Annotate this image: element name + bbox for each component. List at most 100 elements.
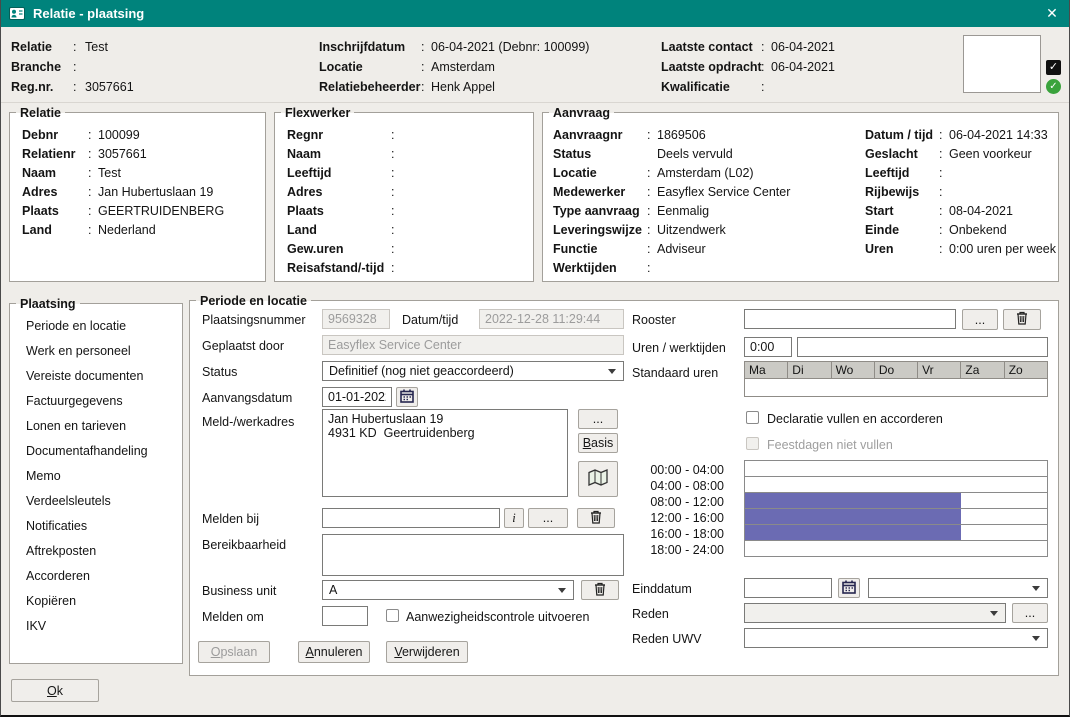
- einddatum-input[interactable]: [744, 578, 832, 598]
- sidebar-item-memo[interactable]: Memo: [10, 464, 182, 489]
- relatie-row-plaats: Plaats:GEERTRUIDENBERG: [22, 202, 224, 221]
- standaard-uren-input-row[interactable]: [744, 378, 1048, 397]
- timeslot-bar[interactable]: [744, 460, 1048, 477]
- field-separator: :: [391, 164, 401, 183]
- field-label: Locatie: [319, 57, 421, 77]
- meld-werkadres-textarea[interactable]: Jan Hubertuslaan 19 4931 KD Geertruidenb…: [322, 409, 568, 497]
- annuleren-button[interactable]: Annuleren: [298, 641, 370, 663]
- status-select[interactable]: Definitief (nog niet geaccordeerd): [322, 361, 624, 381]
- aanwezigheidscontrole-checkbox[interactable]: [386, 609, 399, 622]
- field-separator: :: [939, 202, 949, 221]
- timeslot-bar[interactable]: [744, 508, 1048, 525]
- verwijderen-button[interactable]: Verwijderen: [386, 641, 468, 663]
- field-separator: :: [647, 259, 657, 278]
- rooster-more-button[interactable]: ...: [962, 309, 998, 330]
- einddatum-label: Einddatum: [632, 581, 692, 597]
- field-label: Laatste opdracht: [661, 57, 761, 77]
- reden-uwv-select[interactable]: [744, 628, 1048, 648]
- aanvangsdatum-input[interactable]: [322, 387, 392, 407]
- ok-button[interactable]: Ok: [11, 679, 99, 702]
- field-label: Functie: [553, 240, 647, 259]
- field-label: Branche: [11, 57, 73, 77]
- melden-om-label: Melden om: [202, 609, 264, 625]
- sidebar-item-vereiste-documenten[interactable]: Vereiste documenten: [10, 364, 182, 389]
- reden-more-button[interactable]: ...: [1012, 603, 1048, 623]
- business-unit-select[interactable]: A: [322, 580, 574, 600]
- feestdagen-checkbox: [746, 437, 759, 450]
- field-separator: :: [73, 77, 85, 97]
- timeslot-bar[interactable]: [744, 492, 1048, 509]
- business-unit-delete-button[interactable]: [581, 580, 619, 600]
- relatie-rows: Debnr:100099 Relatienr:3057661 Naam:Test…: [22, 126, 224, 240]
- map-button[interactable]: [578, 461, 618, 497]
- header-right-column: Laatste contact:06-04-2021 Laatste opdra…: [661, 37, 835, 97]
- melden-om-input[interactable]: [322, 606, 368, 626]
- aanvraag-row-leeftijd: Leeftijd:: [865, 164, 1056, 183]
- field-value: Jan Hubertuslaan 19: [98, 183, 213, 202]
- header-summary: Relatie:Test Branche: Reg.nr.:3057661 In…: [1, 27, 1069, 103]
- relatie-groupbox: Relatie Debnr:100099 Relatienr:3057661 N…: [9, 112, 266, 282]
- header-kwalificatie: Kwalificatie:: [661, 77, 835, 97]
- close-icon[interactable]: ✕: [1035, 0, 1069, 27]
- sidebar-item-ikv[interactable]: IKV: [10, 614, 182, 639]
- sidebar-item-documentafhandeling[interactable]: Documentafhandeling: [10, 439, 182, 464]
- header-relatiebeheerder: Relatiebeheerder:Henk Appel: [319, 77, 589, 97]
- timeslot-bar[interactable]: [744, 524, 1048, 541]
- melden-bij-delete-button[interactable]: [577, 508, 615, 528]
- sidebar-item-notificaties[interactable]: Notificaties: [10, 514, 182, 539]
- aanvraag-row-start: Start:08-04-2021: [865, 202, 1056, 221]
- einddatum-calendar-button[interactable]: [838, 578, 860, 598]
- aanvangsdatum-label: Aanvangsdatum: [202, 390, 292, 406]
- bereikbaarheid-label: Bereikbaarheid: [202, 537, 286, 553]
- field-separator: [647, 145, 657, 164]
- timeslot-bar[interactable]: [744, 476, 1048, 493]
- field-value: 1869506: [657, 126, 706, 145]
- flexwerker-row-naam: Naam:: [287, 145, 401, 164]
- field-separator: :: [647, 164, 657, 183]
- flexwerker-row-leeftijd: Leeftijd:: [287, 164, 401, 183]
- field-label: Adres: [287, 183, 391, 202]
- sidebar-item-factuurgegevens[interactable]: Factuurgegevens: [10, 389, 182, 414]
- sidebar-item-kopieren[interactable]: Kopiëren: [10, 589, 182, 614]
- meld-werkadres-more-button[interactable]: ...: [578, 409, 618, 429]
- aanvraag-right-rows: Datum / tijd:06-04-2021 14:33 Geslacht:G…: [865, 126, 1056, 259]
- rooster-delete-button[interactable]: [1003, 309, 1041, 330]
- sidebar-item-lonen-en-tarieven[interactable]: Lonen en tarieven: [10, 414, 182, 439]
- sidebar-item-accorderen[interactable]: Accorderen: [10, 564, 182, 589]
- field-label: Start: [865, 202, 939, 221]
- day-header-zo: Zo: [1005, 362, 1047, 378]
- melden-bij-input[interactable]: [322, 508, 500, 528]
- sidebar-item-werk-en-personeel[interactable]: Werk en personeel: [10, 339, 182, 364]
- day-header-di: Di: [788, 362, 831, 378]
- field-label: Locatie: [553, 164, 647, 183]
- melden-bij-info-button[interactable]: i: [504, 508, 524, 528]
- melden-bij-more-button[interactable]: ...: [528, 508, 568, 528]
- plaatsing-nav-list: Periode en locatie Werk en personeel Ver…: [10, 314, 182, 639]
- sidebar-item-verdeelsleutels[interactable]: Verdeelsleutels: [10, 489, 182, 514]
- flexwerker-rows: Regnr: Naam: Leeftijd: Adres: Plaats: La…: [287, 126, 401, 278]
- basis-button[interactable]: Basis: [578, 433, 618, 453]
- header-middle-column: Inschrijfdatum:06-04-2021 (Debnr: 100099…: [319, 37, 589, 97]
- timeslot-label: 04:00 - 08:00: [629, 478, 724, 494]
- timeslot-bar[interactable]: [744, 540, 1048, 557]
- field-label: Leeftijd: [287, 164, 391, 183]
- periode-en-locatie-groupbox: Periode en locatie Plaatsingsnummer Datu…: [189, 300, 1059, 676]
- sidebar-item-periode-en-locatie[interactable]: Periode en locatie: [10, 314, 182, 339]
- declaratie-checkbox[interactable]: [746, 411, 759, 424]
- bereikbaarheid-textarea[interactable]: [322, 534, 624, 576]
- aanvraag-row-datum-tijd: Datum / tijd:06-04-2021 14:33: [865, 126, 1056, 145]
- aanvraag-row-leveringswijze: Leveringswijze:Uitzendwerk: [553, 221, 858, 240]
- uren-input[interactable]: [744, 337, 792, 357]
- sidebar-item-aftrekposten[interactable]: Aftrekposten: [10, 539, 182, 564]
- trash-icon: [590, 510, 602, 527]
- field-value: GEERTRUIDENBERG: [98, 202, 224, 221]
- field-separator: :: [391, 240, 401, 259]
- chevron-down-icon: [1032, 586, 1040, 591]
- werktijden-input[interactable]: [797, 337, 1048, 357]
- einddatum-periode-select[interactable]: [868, 578, 1048, 598]
- field-label: Adres: [22, 183, 88, 202]
- trash-icon: [1016, 311, 1028, 328]
- aanvangsdatum-calendar-button[interactable]: [396, 387, 418, 407]
- rooster-input[interactable]: [744, 309, 956, 329]
- plaatsing-legend: Plaatsing: [16, 296, 80, 312]
